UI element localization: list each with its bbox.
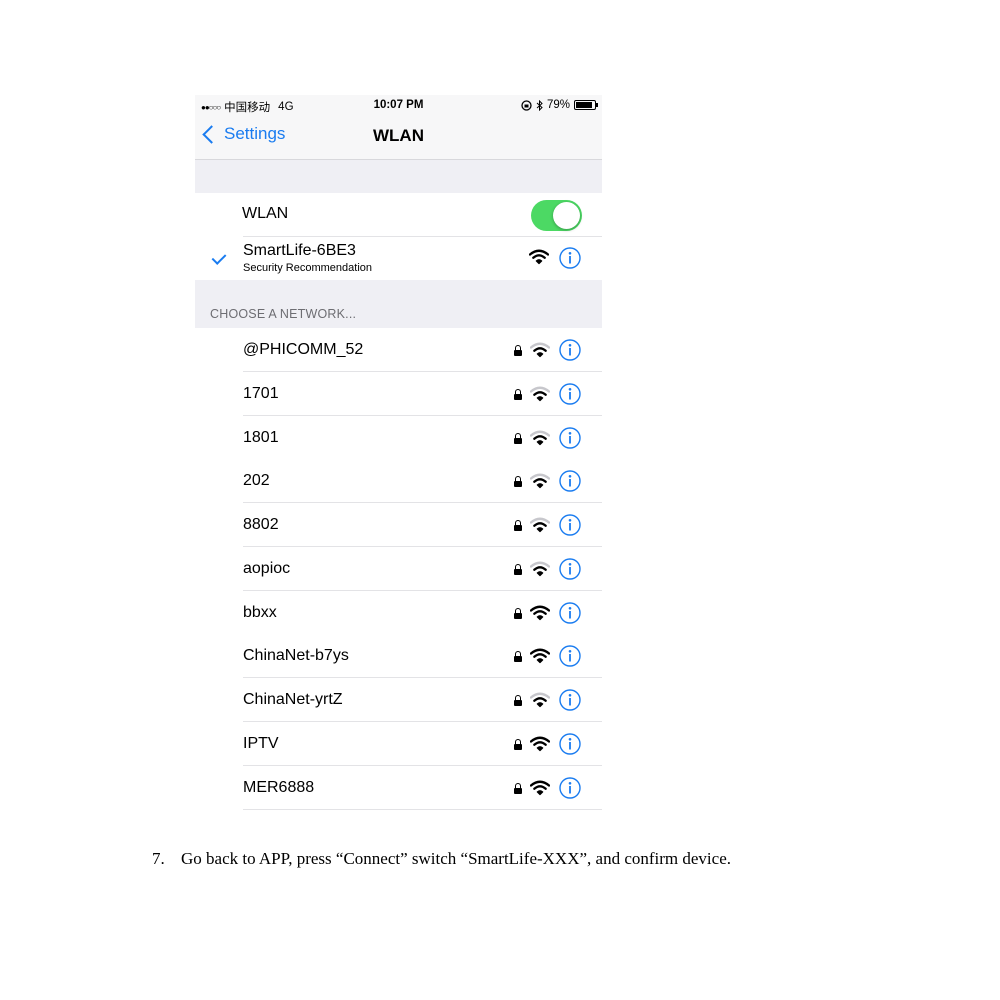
checkmark-icon bbox=[211, 250, 227, 265]
connected-network-row[interactable]: SmartLife-6BE3 Security Recommendation bbox=[195, 237, 602, 280]
info-icon[interactable] bbox=[559, 645, 581, 667]
info-icon[interactable] bbox=[559, 470, 581, 492]
network-name: 8802 bbox=[243, 516, 279, 533]
network-row[interactable]: IPTV bbox=[195, 721, 602, 766]
info-icon[interactable] bbox=[559, 733, 581, 755]
wifi-signal-icon bbox=[530, 430, 550, 445]
network-name: aopioc bbox=[243, 559, 291, 577]
bluetooth-icon bbox=[536, 99, 543, 111]
network-name: @PHICOMM_52 bbox=[243, 341, 364, 358]
network-name: 1801 bbox=[243, 428, 279, 446]
info-icon[interactable] bbox=[559, 689, 581, 711]
info-icon[interactable] bbox=[559, 383, 581, 405]
lock-icon bbox=[513, 476, 523, 488]
wifi-signal-icon bbox=[530, 736, 550, 751]
network-row[interactable]: ChinaNet-yrtZ bbox=[195, 678, 602, 722]
info-icon[interactable] bbox=[559, 426, 581, 449]
lock-icon bbox=[513, 432, 523, 444]
wifi-signal-icon bbox=[530, 473, 550, 489]
info-icon[interactable] bbox=[559, 601, 581, 624]
orientation-lock-icon bbox=[521, 99, 532, 111]
lock-icon bbox=[513, 520, 523, 531]
battery-icon bbox=[574, 100, 598, 110]
wifi-signal-icon bbox=[530, 692, 550, 708]
lock-icon bbox=[513, 388, 523, 400]
section-spacer bbox=[195, 160, 602, 193]
lock-icon bbox=[513, 345, 523, 356]
phone-screenshot: ●●○○○ 中国移动 4G 10:07 PM 79% Settings WLAN… bbox=[195, 95, 602, 810]
network-row[interactable]: @PHICOMM_52 bbox=[195, 328, 602, 372]
step-number: 7. bbox=[152, 849, 165, 868]
network-row[interactable]: 1701 bbox=[195, 371, 602, 416]
status-bar: ●●○○○ 中国移动 4G 10:07 PM 79% bbox=[195, 95, 602, 117]
network-row[interactable]: 1801 bbox=[195, 415, 602, 460]
network-row[interactable]: ChinaNet-b7ys bbox=[195, 634, 602, 679]
wlan-toggle-switch[interactable] bbox=[531, 200, 582, 231]
wifi-signal-icon bbox=[530, 517, 550, 533]
wlan-label: WLAN bbox=[242, 205, 289, 222]
lock-icon bbox=[513, 738, 523, 750]
info-icon[interactable] bbox=[559, 776, 581, 799]
wifi-signal-icon bbox=[529, 249, 549, 265]
wifi-signal-icon bbox=[530, 605, 550, 620]
lock-icon bbox=[513, 651, 523, 663]
info-icon[interactable] bbox=[559, 247, 581, 269]
lock-icon bbox=[513, 695, 523, 706]
connected-network-name: SmartLife-6BE3 bbox=[243, 242, 356, 259]
network-name: MER6888 bbox=[243, 778, 315, 796]
info-icon[interactable] bbox=[559, 558, 581, 580]
instruction-step: 7. Go back to APP, press “Connect” switch… bbox=[152, 849, 731, 869]
network-row[interactable]: aopioc bbox=[195, 546, 602, 591]
wifi-signal-icon bbox=[530, 648, 550, 664]
row-separator bbox=[243, 808, 602, 810]
wifi-signal-icon bbox=[530, 561, 550, 576]
network-row[interactable]: bbxx bbox=[195, 590, 602, 635]
info-icon[interactable] bbox=[559, 339, 581, 361]
lock-icon bbox=[513, 607, 523, 619]
battery-percent: 79% bbox=[546, 99, 570, 111]
network-name: ChinaNet-b7ys bbox=[243, 647, 349, 665]
navigation-bar: Settings WLAN bbox=[195, 117, 602, 160]
network-row[interactable]: MER6888 bbox=[195, 765, 602, 810]
wifi-signal-icon bbox=[530, 386, 550, 401]
network-row[interactable]: 8802 bbox=[195, 503, 602, 547]
network-name: 202 bbox=[243, 472, 270, 490]
network-row[interactable]: 202 bbox=[195, 459, 602, 504]
wifi-signal-icon bbox=[530, 780, 550, 795]
wifi-signal-icon bbox=[530, 342, 550, 358]
page-title: WLAN bbox=[373, 126, 424, 145]
network-name: ChinaNet-yrtZ bbox=[243, 691, 343, 708]
lock-icon bbox=[513, 782, 523, 794]
lock-icon bbox=[513, 563, 523, 575]
connected-network-subtitle: Security Recommendation bbox=[243, 262, 373, 274]
network-name: 1701 bbox=[243, 384, 279, 402]
section-header-label: CHOOSE A NETWORK... bbox=[210, 307, 357, 321]
network-name: bbxx bbox=[243, 603, 277, 621]
info-icon[interactable] bbox=[559, 514, 581, 536]
wlan-toggle-row: WLAN bbox=[195, 193, 602, 237]
step-text: Go back to APP, press “Connect” switch “… bbox=[181, 849, 731, 868]
network-name: IPTV bbox=[243, 734, 279, 752]
section-spacer: CHOOSE A NETWORK... bbox=[195, 280, 602, 328]
